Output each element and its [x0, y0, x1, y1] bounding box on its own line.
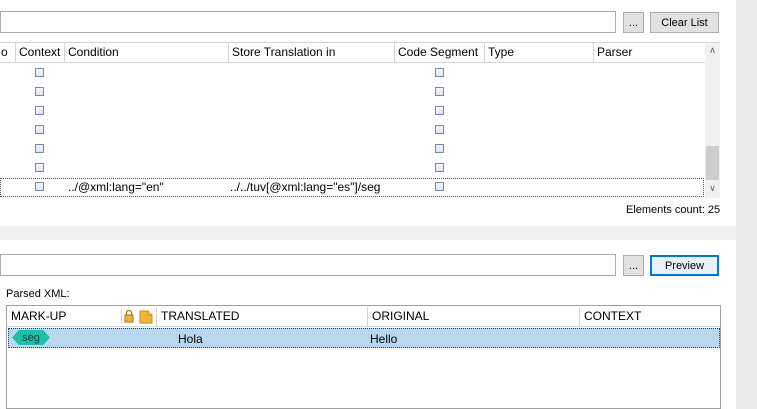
column-header[interactable]: o — [0, 43, 16, 62]
store-translation-cell[interactable]: ../../tuv[@xml:lang="es"]/seg — [230, 179, 394, 196]
context-checkbox[interactable] — [35, 87, 44, 96]
context-checkbox[interactable] — [35, 125, 44, 134]
original-cell[interactable]: Hello — [370, 331, 397, 348]
seg-tag-icon[interactable]: seg — [12, 330, 50, 345]
parsed-xml-label: Parsed XML: — [6, 288, 70, 300]
context-checkbox[interactable] — [35, 182, 44, 191]
column-header-condition[interactable]: Condition — [64, 43, 229, 62]
browse-button[interactable]: ... — [623, 12, 644, 33]
condition-cell[interactable]: ../@xml:lang="en" — [68, 179, 164, 196]
code-segment-checkbox[interactable] — [435, 182, 444, 191]
header-divider — [7, 326, 720, 327]
preview-button[interactable]: Preview — [650, 255, 719, 276]
translated-cell[interactable]: Hola — [178, 331, 203, 348]
code-segment-checkbox[interactable] — [435, 106, 444, 115]
context-checkbox[interactable] — [35, 68, 44, 77]
code-segment-checkbox[interactable] — [435, 87, 444, 96]
scroll-up-icon[interactable]: ∧ — [705, 44, 720, 58]
column-header-parser[interactable]: Parser — [593, 43, 705, 62]
context-checkbox[interactable] — [35, 144, 44, 153]
scroll-thumb[interactable] — [706, 146, 719, 180]
context-checkbox[interactable] — [35, 163, 44, 172]
column-header-context[interactable]: CONTEXT — [579, 307, 720, 326]
grid-scrollbar[interactable]: ∧ ∨ — [705, 43, 720, 198]
preview-file-input[interactable] — [0, 254, 616, 276]
column-header-markup[interactable]: MARK-UP — [7, 307, 120, 326]
context-checkbox[interactable] — [35, 106, 44, 115]
note-icon — [138, 309, 154, 324]
file-path-input[interactable] — [0, 11, 616, 33]
scroll-down-icon[interactable]: ∨ — [705, 182, 720, 196]
code-segment-checkbox[interactable] — [435, 163, 444, 172]
code-segment-checkbox[interactable] — [435, 68, 444, 77]
elements-grid — [0, 42, 720, 199]
column-header-context[interactable]: Context — [15, 43, 65, 62]
code-segment-checkbox[interactable] — [435, 125, 444, 134]
column-header-original[interactable]: ORIGINAL — [367, 307, 579, 326]
column-header-store-translation[interactable]: Store Translation in — [228, 43, 395, 62]
clear-list-button[interactable]: Clear List — [650, 12, 719, 33]
table-row[interactable] — [8, 328, 720, 348]
code-segment-checkbox[interactable] — [435, 144, 444, 153]
outer-scrollbar[interactable] — [736, 0, 757, 409]
column-header-code-segment[interactable]: Code Segment — [394, 43, 485, 62]
lock-icon — [121, 309, 136, 324]
column-header-type[interactable]: Type — [484, 43, 594, 62]
preview-browse-button[interactable]: ... — [623, 255, 644, 276]
elements-count: Elements count: 25 — [626, 204, 721, 216]
column-header-translated[interactable]: TRANSLATED — [156, 307, 367, 326]
